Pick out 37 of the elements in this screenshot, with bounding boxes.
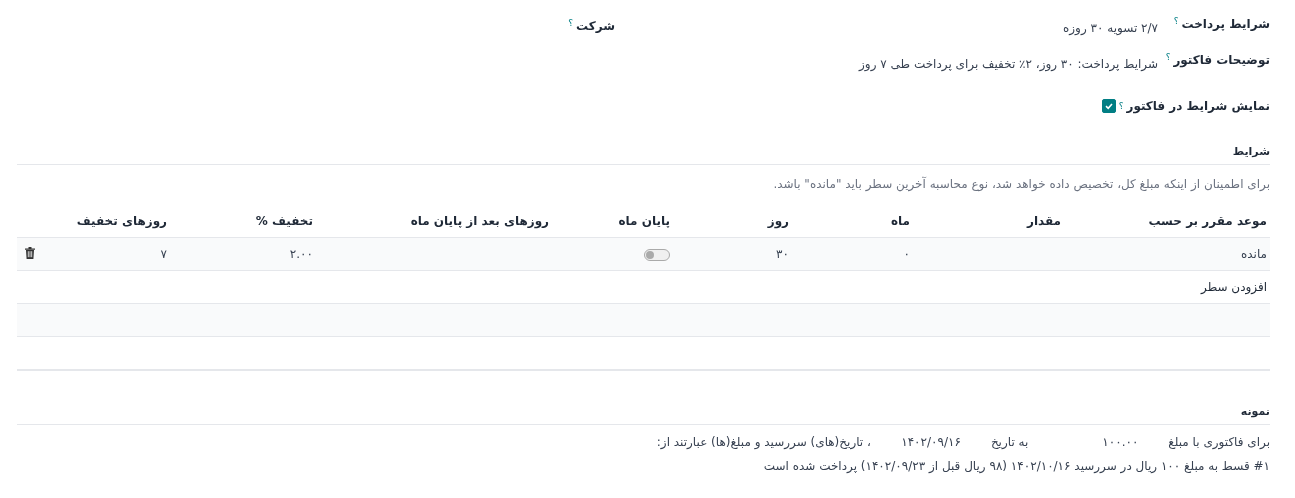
column-header[interactable]: موعد مقرر بر حسب: [1148, 214, 1267, 228]
section-title: نمونه: [17, 397, 1270, 425]
example-text: به تاریخ: [990, 435, 1029, 449]
table-cell: مانده: [1241, 247, 1267, 261]
column-header[interactable]: روزهای تخفیف: [76, 214, 167, 228]
field-label: نمایش شرایط در فاکتور: [1126, 99, 1270, 113]
field-label: شرکت: [576, 19, 615, 33]
toggle-switch[interactable]: [644, 248, 670, 261]
field-label: شرایط پرداخت: [1181, 17, 1270, 31]
trash-icon[interactable]: [25, 246, 35, 259]
column-header[interactable]: پایان ماه: [618, 214, 670, 228]
help-tooltip[interactable]: ؟: [1118, 101, 1124, 111]
column-header[interactable]: روز: [767, 214, 789, 228]
add-line-link[interactable]: افزودن سطر: [1201, 280, 1267, 294]
column-header[interactable]: مقدار: [1026, 214, 1061, 228]
example-text: ، تاریخ(های) سررسید و مبلغ(ها) عبارتند از:: [656, 435, 871, 449]
checkbox[interactable]: [1101, 99, 1116, 113]
column-header[interactable]: تخفیف %: [255, 214, 313, 228]
field-value[interactable]: شرایط پرداخت: ۳۰ روز، ۲٪ تخفیف برای پرداخت طی ۷ روز: [859, 49, 1158, 71]
field-value[interactable]: ۲/۷ تسویه ۳۰ روزه: [1063, 13, 1158, 35]
hint-text: برای اطمینان از اینکه مبلغ کل، تخصیص داده خواهد شد، نوع محاسبه آخرین سطر باید "مانده" باشد.: [772, 175, 1270, 194]
help-tooltip[interactable]: ؟: [1173, 17, 1179, 26]
help-tooltip[interactable]: ؟: [1165, 53, 1171, 62]
section-title: شرایط: [17, 123, 1270, 165]
column-header[interactable]: ماه: [890, 214, 910, 228]
check-icon: [1103, 101, 1114, 111]
amount-field[interactable]: ۱۰۰.۰۰: [1028, 435, 1139, 449]
column-header[interactable]: روزهای بعد از پایان ماه: [410, 214, 549, 228]
field-label: توضیحات فاکتور: [1173, 53, 1270, 67]
table-cell: ۰: [903, 247, 910, 261]
table-cell: ۳۰: [776, 247, 789, 261]
installment-text: #۱ قسط به مبلغ ۱۰۰ ریال در سررسید ۱۴۰۲/۱۰/۱۶ (۹۸ ریال قبل از ۱۴۰۲/۰۹/۲۳) پرداخت شده است: [762, 458, 1270, 473]
table-cell: ۲.۰۰: [289, 247, 313, 261]
date-field[interactable]: ۱۴۰۲/۰۹/۱۶: [870, 435, 961, 449]
example-text: برای فاکتوری با مبلغ: [1168, 435, 1270, 449]
help-tooltip[interactable]: ؟: [568, 19, 574, 33]
table-cell: ۷: [160, 247, 167, 261]
